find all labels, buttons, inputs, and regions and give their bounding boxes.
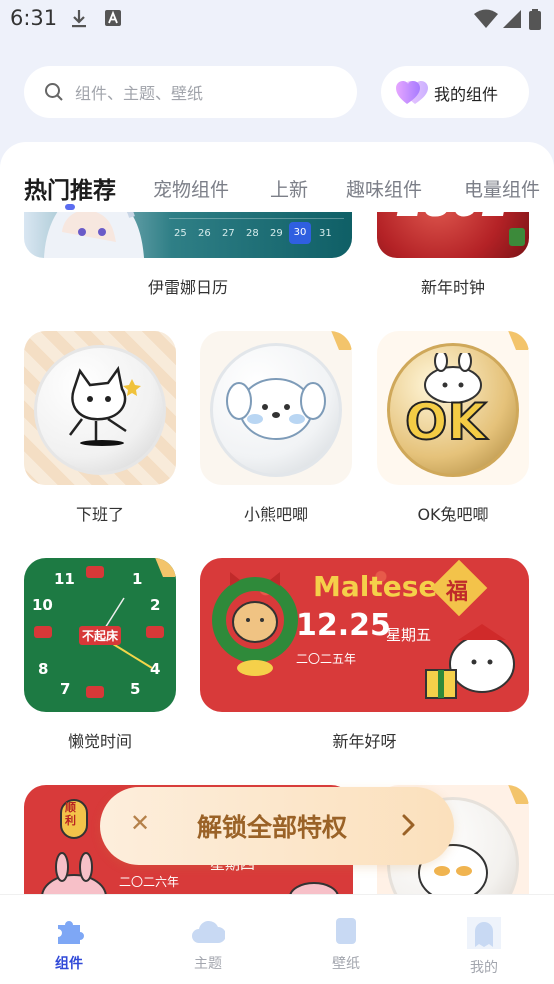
status-time: 6:31 [10,6,58,30]
nav-profile[interactable]: 我的 [444,917,524,977]
vip-crown-icon [507,331,529,350]
fu-text: 福 [446,580,469,605]
nav-wallpapers[interactable]: 壁纸 [306,917,386,973]
widget-card-newyear[interactable]: Maltese 12.25 星期五 二〇二五年 福 [200,558,529,712]
clock-digits: 1802 [395,212,510,226]
year-text: 二〇二五年 [296,652,357,666]
calendar-grid: 25 26 27 28 29 30 31 [169,218,344,252]
search-icon [45,83,63,101]
widget-label: 新年时钟 [420,278,485,297]
chevron-right-icon [402,814,415,836]
puzzle-icon [58,921,84,944]
wreath-dog-illustration [212,572,298,676]
widget-card-newyear-clock[interactable]: 1802 [377,212,529,258]
rabbit-family-illustration [41,852,107,896]
cat-illustration [69,365,141,446]
vip-crown-icon [330,331,352,350]
date-text: 12.25 [296,608,391,643]
font-icon [105,10,121,26]
brand-text: Maltese [313,570,438,603]
tab-hot[interactable]: 热门推荐 [24,171,116,205]
pink-rabbit-illustration [289,882,339,896]
year-text: 二〇二六年 [119,875,180,889]
battery-icon [529,9,541,30]
gift-decoration [509,228,525,246]
bottom-nav: 组件 主题 壁纸 我的 [0,894,554,984]
lucky-tag-text: 顺利 [65,801,76,827]
tab-pet[interactable]: 宠物组件 [153,175,229,202]
nav-label: 我的 [470,960,498,976]
signal-icon [503,10,521,28]
nav-label: 主题 [194,956,222,972]
tab-battery[interactable]: 电量组件 [464,175,540,202]
calendar-day: 31 [319,228,332,239]
calendar-day: 26 [198,228,211,239]
ghost-icon [467,917,501,949]
search-placeholder: 组件、主题、壁纸 [75,84,204,103]
widget-card-sleep-clock[interactable]: 11 1 10 2 8 4 7 5 不起床 [24,558,176,712]
widget-label: 小熊吧唧 [243,505,308,524]
tab-new[interactable]: 上新 [270,175,308,202]
download-icon [72,10,86,28]
ok-text: OK [404,392,487,452]
nav-widgets[interactable]: 组件 [29,917,109,973]
calendar-day: 25 [174,228,187,239]
cloud-icon [192,920,226,943]
heart-icon [396,81,428,104]
vip-crown-icon [507,785,529,804]
close-icon[interactable]: ✕ [130,809,150,837]
nav-label: 组件 [55,956,83,972]
calendar-day: 29 [270,228,283,239]
status-bar: 6:31 [0,0,554,40]
unlock-label: 解锁全部特权 [197,813,348,842]
widget-card-ok-rabbit[interactable]: OK [377,331,529,485]
widget-label: 下班了 [75,505,124,524]
wifi-icon [474,9,498,28]
tab-indicator [65,204,75,210]
calendar-day-today: 30 [289,222,311,244]
clock-center-text: 不起床 [79,626,122,645]
white-dog-illustration [425,624,515,699]
widget-label: OK兔吧唧 [417,505,489,524]
search-input[interactable]: 组件、主题、壁纸 [24,66,357,118]
widget-card-bear-badge[interactable] [200,331,352,485]
widget-label: 伊雷娜日历 [147,278,228,297]
widget-label: 懒觉时间 [67,732,132,751]
widget-card-offwork[interactable] [24,331,176,485]
category-tabs: 热门推荐 宠物组件 上新 趣味组件 电量组件 [0,170,554,214]
nav-label: 壁纸 [332,956,360,972]
widget-label: 新年好呀 [332,732,397,751]
calendar-day: 27 [222,228,235,239]
nav-themes[interactable]: 主题 [168,917,248,973]
phone-icon [336,918,356,944]
puppy-illustration [226,378,326,440]
widget-card-irena-calendar[interactable]: 25 26 27 28 29 30 31 [24,212,352,258]
calendar-day: 28 [246,228,259,239]
tab-fun[interactable]: 趣味组件 [346,175,422,202]
my-widgets-button[interactable]: 我的组件 [381,66,529,118]
my-widgets-label: 我的组件 [434,85,499,104]
anime-girl-illustration [44,212,144,258]
unlock-privileges-banner[interactable]: ✕ 解锁全部特权 [100,787,454,865]
